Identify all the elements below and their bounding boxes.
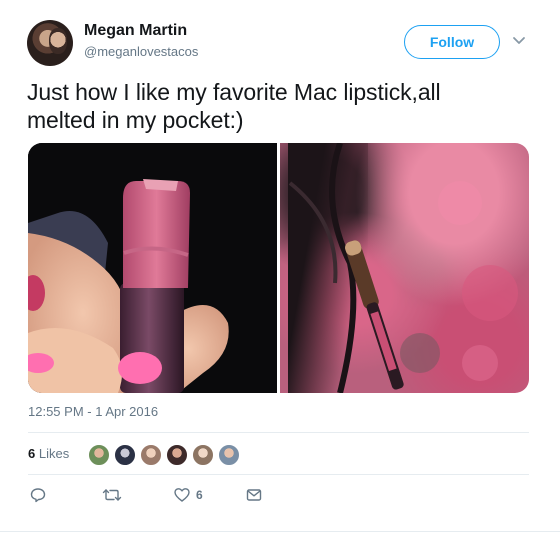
user-name[interactable]: Megan Martin (84, 22, 187, 40)
tweet-card: Megan Martin @meganlovestacos Follow Jus… (0, 0, 560, 536)
reply-button[interactable] (30, 485, 46, 505)
bottom-divider (0, 531, 560, 532)
retweet-icon (102, 489, 122, 501)
liker-avatar[interactable] (114, 444, 136, 466)
tweet-timestamp[interactable]: 12:55 PM - 1 Apr 2016 (28, 404, 158, 419)
liker-avatar[interactable] (218, 444, 240, 466)
lipstick-photo-art (28, 143, 277, 393)
likes-label: Likes (38, 446, 70, 461)
heart-icon (174, 488, 190, 502)
follow-button[interactable]: Follow (404, 25, 500, 59)
lipstick-photo[interactable] (28, 143, 277, 393)
divider (28, 432, 529, 433)
user-handle[interactable]: @meganlovestacos (84, 44, 198, 59)
retweet-button[interactable] (102, 485, 122, 505)
melted-lipstick-pocket-photo[interactable] (280, 143, 529, 393)
liker-avatar[interactable] (166, 444, 188, 466)
liker-avatar[interactable] (192, 444, 214, 466)
divider (28, 474, 529, 475)
likes-stat[interactable]: 6 Likes (28, 446, 69, 461)
likes-count: 6 (28, 446, 36, 461)
tweet-text-line: melted in my pocket:) (27, 107, 244, 133)
chevron-down-icon[interactable] (512, 36, 526, 46)
pocket-photo-art (288, 143, 518, 393)
tweet-text-line: Just how I like my favorite Mac lipstick… (27, 79, 441, 105)
reply-icon (30, 488, 46, 503)
envelope-icon (246, 489, 262, 501)
liker-avatar[interactable] (88, 444, 110, 466)
like-button[interactable]: 6 (174, 485, 203, 505)
tweet-text: Just how I like my favorite Mac lipstick… (27, 78, 527, 134)
liker-avatar[interactable] (140, 444, 162, 466)
user-avatar[interactable] (27, 20, 73, 66)
direct-message-button[interactable] (246, 485, 262, 505)
like-count: 6 (196, 488, 203, 502)
